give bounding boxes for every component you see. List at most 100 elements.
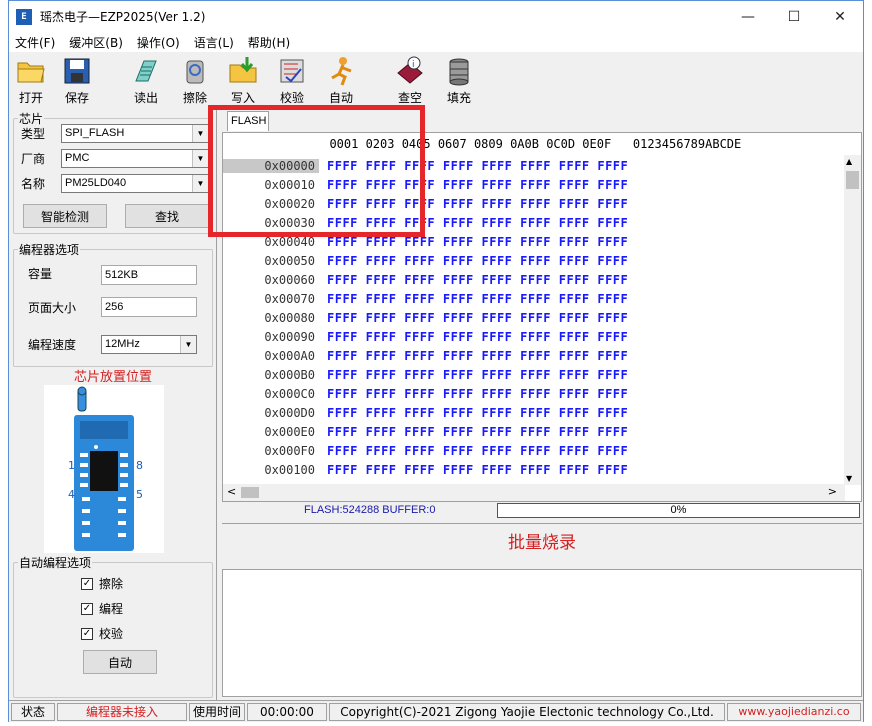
- write-label: 写入: [230, 91, 255, 105]
- scroll-right-icon[interactable]: >: [828, 485, 837, 498]
- erase-label: 擦除: [182, 91, 207, 105]
- capacity-label: 容量: [28, 267, 53, 281]
- fill-button[interactable]: 填充: [439, 55, 479, 107]
- hex-row-address: 0x000A0: [264, 349, 315, 363]
- hex-row-data: FFFF FFFF FFFF FFFF FFFF FFFF FFFF FFFF: [327, 273, 629, 287]
- blank-check-label: 查空: [397, 91, 422, 105]
- program-checkbox-label: 编程: [99, 602, 124, 616]
- log-area[interactable]: [222, 569, 862, 697]
- hscroll-thumb[interactable]: [241, 487, 259, 498]
- verify-chip-icon: [280, 59, 304, 83]
- buffer-info-line: FLASH:524288 BUFFER:0 0%: [222, 503, 862, 519]
- auto-toolbar-button[interactable]: 自动: [321, 55, 361, 107]
- copyright-text: Copyright(C)-2021 Zigong Yaojie Electoni…: [329, 703, 725, 721]
- page-size-field[interactable]: 256: [101, 297, 197, 317]
- menu-help[interactable]: 帮助(H): [248, 34, 290, 51]
- chip-name-select[interactable]: PM25LD040 ▼: [61, 174, 209, 193]
- chevron-down-icon: ▼: [192, 175, 208, 192]
- verify-checkbox[interactable]: ✓ 校验: [81, 625, 123, 642]
- menu-bar: 文件(F) 缓冲区(B) 操作(O) 语言(L) 帮助(H): [9, 32, 863, 52]
- batch-burn-label[interactable]: 批量烧录: [222, 523, 862, 561]
- hex-row-address: 0x00090: [264, 330, 315, 344]
- chevron-down-icon: ▼: [192, 125, 208, 142]
- left-panel: 芯片 类型 SPI_FLASH ▼ 厂商 PMC ▼ 名称 PM25LD040 …: [9, 108, 217, 700]
- blank-check-icon: i: [397, 56, 423, 84]
- hex-row-address: 0x00100: [264, 463, 315, 477]
- speed-value: 12MHz: [105, 338, 140, 350]
- erase-button[interactable]: 擦除: [175, 55, 215, 107]
- scroll-up-icon[interactable]: ▲: [846, 157, 852, 166]
- auto-button[interactable]: 自动: [83, 650, 157, 674]
- horizontal-scrollbar[interactable]: < >: [223, 484, 845, 501]
- menu-buffer[interactable]: 缓冲区(B): [69, 34, 123, 51]
- read-button[interactable]: 读出: [126, 55, 166, 107]
- auto-run-icon: [331, 57, 352, 86]
- hex-row-data: FFFF FFFF FFFF FFFF FFFF FFFF FFFF FFFF: [327, 349, 629, 363]
- page-size-label: 页面大小: [28, 301, 77, 315]
- write-chip-icon: [229, 57, 257, 83]
- svg-text:i: i: [412, 60, 415, 70]
- verify-checkbox-label: 校验: [99, 627, 124, 641]
- save-label: 保存: [64, 91, 89, 105]
- write-button[interactable]: 写入: [223, 55, 263, 107]
- hex-row-data: FFFF FFFF FFFF FFFF FFFF FFFF FFFF FFFF: [327, 444, 629, 458]
- pin-8-label: 8: [136, 459, 143, 472]
- hex-row-data: FFFF FFFF FFFF FFFF FFFF FFFF FFFF FFFF: [327, 235, 629, 249]
- hex-row-address: 0x00070: [264, 292, 315, 306]
- open-folder-icon: [17, 62, 45, 83]
- vertical-scrollbar[interactable]: ▲ ▼: [844, 155, 861, 485]
- speed-select[interactable]: 12MHz ▼: [101, 335, 197, 354]
- vendor-select[interactable]: PMC ▼: [61, 149, 209, 168]
- placement-title: 芯片放置位置: [73, 370, 152, 385]
- hex-row-address: 0x000F0: [264, 444, 315, 458]
- scroll-down-icon[interactable]: ▼: [846, 474, 852, 483]
- hex-row-data: FFFF FFFF FFFF FFFF FFFF FFFF FFFF FFFF: [327, 292, 629, 306]
- close-button[interactable]: ✕: [817, 1, 863, 32]
- save-disk-icon: [64, 58, 90, 84]
- maximize-button[interactable]: ☐: [771, 1, 817, 32]
- fill-label: 填充: [446, 91, 471, 105]
- hex-row-data: FFFF FFFF FFFF FFFF FFFF FFFF FFFF FFFF: [327, 425, 629, 439]
- progress-text: 0%: [670, 504, 687, 516]
- main-window: E 瑶杰电子—EZP2025(Ver 1.2) — ☐ ✕ 文件(F) 缓冲区(…: [8, 0, 864, 722]
- window-title: 瑶杰电子—EZP2025(Ver 1.2): [40, 10, 206, 24]
- hex-row-address: 0x000D0: [264, 406, 315, 420]
- flash-buffer-info: FLASH:524288 BUFFER:0: [304, 504, 436, 516]
- name-label: 名称: [21, 177, 46, 191]
- open-button[interactable]: 打开: [11, 55, 51, 107]
- app-logo-icon: E: [16, 8, 32, 25]
- menu-language[interactable]: 语言(L): [194, 34, 234, 51]
- smart-detect-button[interactable]: 智能检测: [23, 204, 107, 228]
- title-bar: E 瑶杰电子—EZP2025(Ver 1.2) — ☐ ✕: [9, 1, 863, 32]
- read-label: 读出: [133, 91, 158, 105]
- checkbox-check-icon: ✓: [81, 627, 93, 640]
- pin-4-label: 4: [68, 488, 75, 501]
- hex-row-address: 0x00050: [264, 254, 315, 268]
- chevron-down-icon: ▼: [192, 150, 208, 167]
- menu-operate[interactable]: 操作(O): [137, 34, 180, 51]
- erase-bin-icon: [186, 60, 204, 84]
- erase-checkbox[interactable]: ✓ 擦除: [81, 575, 123, 592]
- hex-row-address: 0x00080: [264, 311, 315, 325]
- scroll-thumb[interactable]: [846, 171, 859, 189]
- auto-options-legend: 自动编程选项: [19, 556, 92, 570]
- blank-check-button[interactable]: i 查空: [390, 55, 430, 107]
- verify-label: 校验: [279, 91, 304, 105]
- website-link[interactable]: www.yaojiedianzi.co: [727, 703, 861, 721]
- verify-button[interactable]: 校验: [272, 55, 312, 107]
- speed-label: 编程速度: [28, 338, 77, 352]
- scroll-left-icon[interactable]: <: [227, 485, 236, 498]
- vendor-value: PMC: [65, 152, 90, 164]
- find-button[interactable]: 查找: [125, 204, 209, 228]
- save-button[interactable]: 保存: [57, 55, 97, 107]
- menu-file[interactable]: 文件(F): [15, 34, 55, 51]
- type-select[interactable]: SPI_FLASH ▼: [61, 124, 209, 143]
- time-value: 00:00:00: [247, 703, 327, 721]
- minimize-button[interactable]: —: [725, 1, 771, 32]
- program-checkbox[interactable]: ✓ 编程: [81, 600, 123, 617]
- hex-row-data: FFFF FFFF FFFF FFFF FFFF FFFF FFFF FFFF: [327, 387, 629, 401]
- progress-bar: 0%: [497, 503, 860, 518]
- read-chip-icon: [135, 60, 157, 82]
- hex-row-address: 0x000B0: [264, 368, 315, 382]
- open-label: 打开: [18, 91, 43, 105]
